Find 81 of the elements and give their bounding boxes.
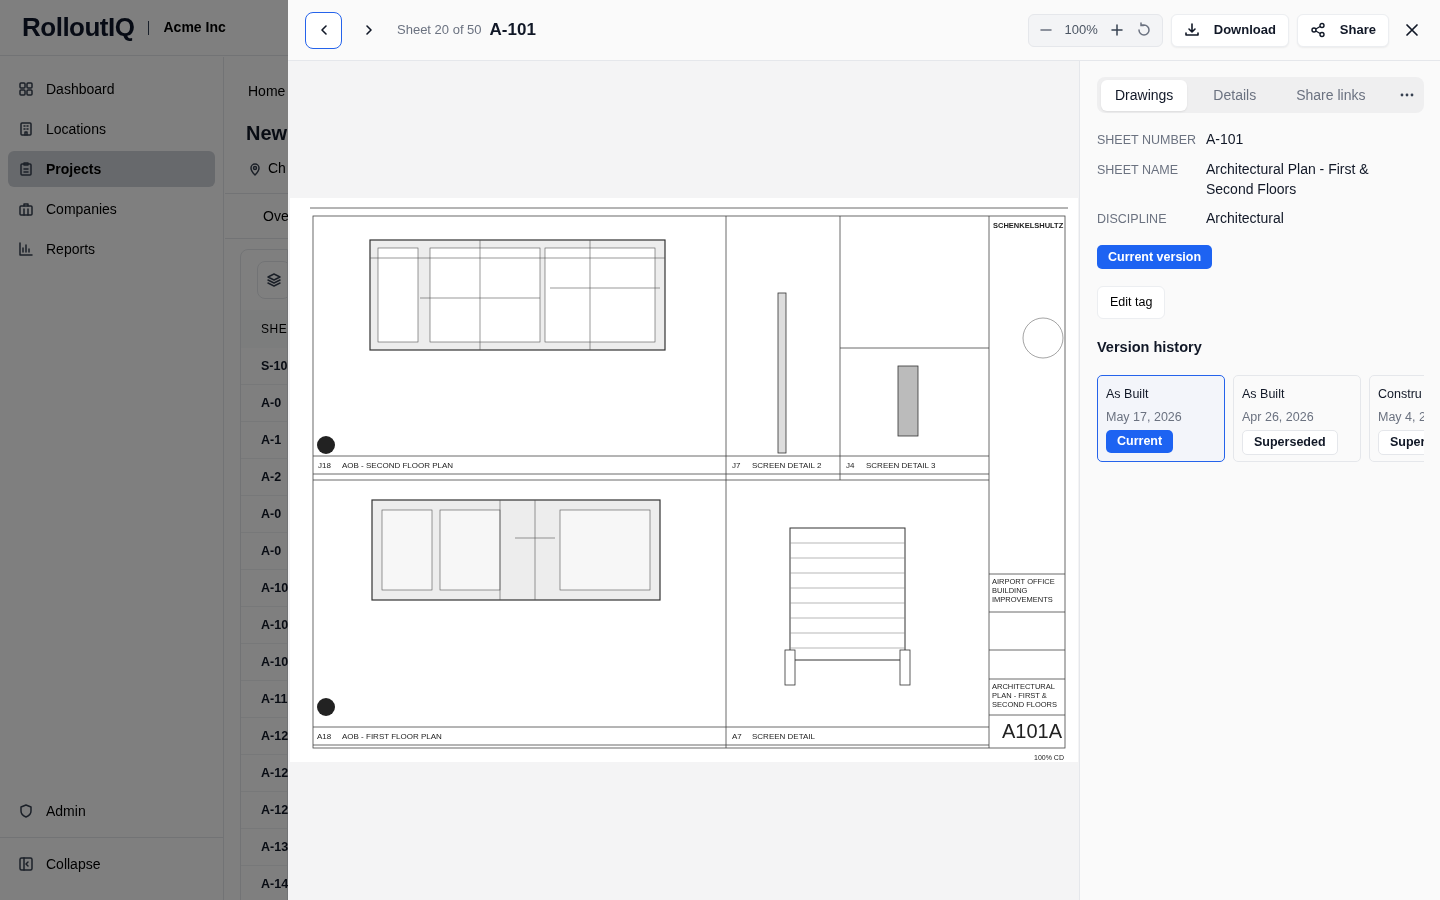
version-badge: Current version: [1097, 244, 1213, 270]
sheet-position: Sheet 20 of 50: [397, 21, 482, 40]
page-title: New: [246, 121, 288, 146]
location-pin-icon: [248, 161, 262, 176]
drawing-label: A18: [316, 732, 331, 741]
version-name: Constru: [1378, 385, 1423, 403]
panel-tab[interactable]: Share links: [1282, 79, 1380, 111]
field-label: SHEET NUMBER: [1097, 132, 1198, 149]
layers-icon: [266, 272, 282, 288]
table-cell: A-14: [241, 866, 287, 900]
field-label: SHEET NAME: [1097, 161, 1180, 179]
drawing-label: AOB - SECOND FLOOR PLAN: [341, 461, 453, 470]
share-button[interactable]: Share: [1296, 13, 1389, 47]
building-icon: [18, 121, 34, 137]
close-icon: [1405, 23, 1419, 37]
table-cell: A-0: [241, 385, 287, 422]
panel-tab[interactable]: Details: [1199, 79, 1271, 111]
share-icon: [1309, 22, 1326, 38]
field-value: Architectural: [1206, 208, 1285, 228]
table-cell: A-12: [241, 792, 287, 829]
version-card[interactable]: As Built May 17, 2026 Current: [1097, 374, 1225, 462]
table-cell: A-12: [241, 755, 287, 792]
status-badge: Superseded: [1242, 430, 1338, 455]
plus-icon: [1109, 23, 1124, 37]
drawing-label: A7: [731, 732, 742, 741]
table-cell: A-10: [241, 607, 287, 644]
download-button[interactable]: Download: [1170, 13, 1289, 47]
drawing-label: SCREEN DETAIL: [751, 732, 815, 741]
field-label: DISCIPLINE: [1097, 210, 1168, 228]
location-text: Ch: [268, 159, 286, 178]
sidebar-collapse-icon: [18, 856, 34, 872]
sidebar-item[interactable]: Projects: [8, 151, 215, 187]
briefcase-icon: [18, 201, 34, 217]
drawing-label: J18: [317, 461, 331, 470]
table-cell: A-2: [241, 459, 287, 496]
clipboard-icon: [18, 161, 34, 177]
organization-name: Acme Inc: [163, 18, 226, 37]
table-cell: A-13: [241, 829, 287, 866]
sidebar-item[interactable]: Locations: [8, 111, 215, 147]
table-cell: A-0: [241, 496, 287, 533]
section-title: Version history: [1097, 338, 1203, 357]
table-cell: A-10: [241, 570, 287, 607]
drawing-label: AOB - FIRST FLOOR PLAN: [341, 732, 442, 741]
version-date: Apr 26, 2026: [1242, 408, 1315, 426]
dashboard-icon: [18, 81, 34, 97]
version-date: May 17, 2026: [1106, 408, 1183, 426]
sidebar-item[interactable]: Admin: [8, 793, 215, 829]
zoom-level: 100%: [1063, 21, 1099, 40]
previous-sheet-button[interactable]: [305, 11, 342, 49]
version-card[interactable]: As Built Apr 26, 2026 Superseded: [1233, 374, 1361, 462]
sidebar-item[interactable]: Reports: [8, 231, 215, 267]
collapse-button[interactable]: Collapse: [8, 846, 215, 882]
drawing-label: SCREEN DETAIL 3: [865, 461, 935, 470]
drawing-label: SCREEN DETAIL 2: [751, 461, 821, 470]
table-cell: A-1: [241, 422, 287, 459]
more-icon: [1400, 93, 1414, 97]
sidebar-item[interactable]: Dashboard: [8, 71, 215, 107]
field-value: Architectural Plan - First & Second Floors: [1206, 159, 1370, 199]
table-cell: A-12: [241, 718, 287, 755]
panel-tab[interactable]: Drawings: [1101, 79, 1188, 111]
table-cell: S-10: [241, 348, 287, 385]
drawing-label: J7: [731, 461, 740, 470]
shield-icon: [18, 803, 34, 819]
table-cell: A-0: [241, 533, 287, 570]
breadcrumb-link[interactable]: Home: [248, 81, 288, 102]
sheet-code: A101A: [1001, 720, 1062, 742]
status-badge: Current: [1106, 430, 1174, 453]
version-name: As Built: [1242, 385, 1286, 403]
download-icon: [1183, 22, 1200, 38]
bar-chart-icon: [18, 241, 34, 257]
edit-tag-button[interactable]: Edit tag: [1097, 286, 1166, 319]
app-logo: RolloutIQ: [22, 11, 135, 44]
page-tab[interactable]: Ove: [263, 205, 288, 227]
drawing-label: J4: [845, 461, 854, 470]
version-name: As Built: [1106, 385, 1150, 403]
table-cell: A-10: [241, 644, 287, 681]
sheet-number: A-101: [489, 19, 536, 42]
rotate-icon: [1135, 22, 1152, 38]
field-value: A-101: [1206, 130, 1245, 149]
table-cell: A-11: [241, 681, 287, 718]
sidebar-item[interactable]: Companies: [8, 191, 215, 227]
